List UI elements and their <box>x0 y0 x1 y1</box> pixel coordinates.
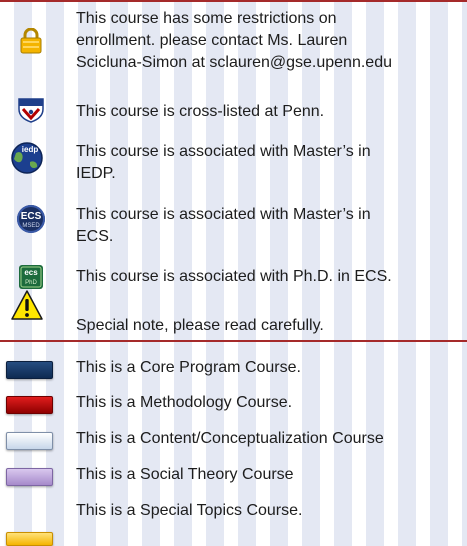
top-divider <box>0 0 467 2</box>
penn-shield-icon <box>16 97 46 128</box>
legend-text-line: This is a Methodology Course. <box>76 394 293 411</box>
special-topics-swatch <box>6 532 53 546</box>
legend-text-line: Special note, please read carefully. <box>76 317 324 334</box>
warning-icon <box>10 289 44 326</box>
content-swatch <box>6 432 53 450</box>
ecs-badge-text: ECS <box>21 211 42 222</box>
legend-text-line: This course is associated with Master’s … <box>76 206 371 223</box>
legend-text-line: This is a Core Program Course. <box>76 359 301 376</box>
social-theory-swatch <box>6 468 53 486</box>
methodology-swatch <box>6 396 53 414</box>
core-swatch <box>6 361 53 379</box>
legend-text-line: enrollment. please contact Ms. Lauren <box>76 32 348 49</box>
section-divider <box>0 340 467 342</box>
legend-text-line: This course is associated with Master’s … <box>76 143 371 160</box>
iedp-globe-icon: iedp <box>10 141 44 180</box>
legend-text-line: Scicluna-Simon at sclauren@gse.upenn.edu <box>76 54 392 71</box>
lock-icon <box>20 27 42 59</box>
legend-text-line: This is a Special Topics Course. <box>76 502 303 519</box>
legend-text-line: ECS. <box>76 228 114 245</box>
ecs-phd-badge-text: ecs <box>24 268 38 277</box>
legend-text-line: This is a Social Theory Course <box>76 466 294 483</box>
legend-text-line: This is a Content/Conceptualization Cour… <box>76 430 384 447</box>
legend-text-line: IEDP. <box>76 165 116 182</box>
legend-text-line: This course is associated with Ph.D. in … <box>76 268 392 285</box>
legend-text-line: This course has some restrictions on <box>76 10 337 27</box>
ecs-msed-icon: ECS MSED <box>16 204 46 239</box>
iedp-badge-text: iedp <box>22 145 39 154</box>
phd-badge-text: PhD <box>25 280 37 286</box>
legend-text-line: This course is cross-listed at Penn. <box>76 103 325 120</box>
msed-badge-text: MSED <box>22 223 40 229</box>
